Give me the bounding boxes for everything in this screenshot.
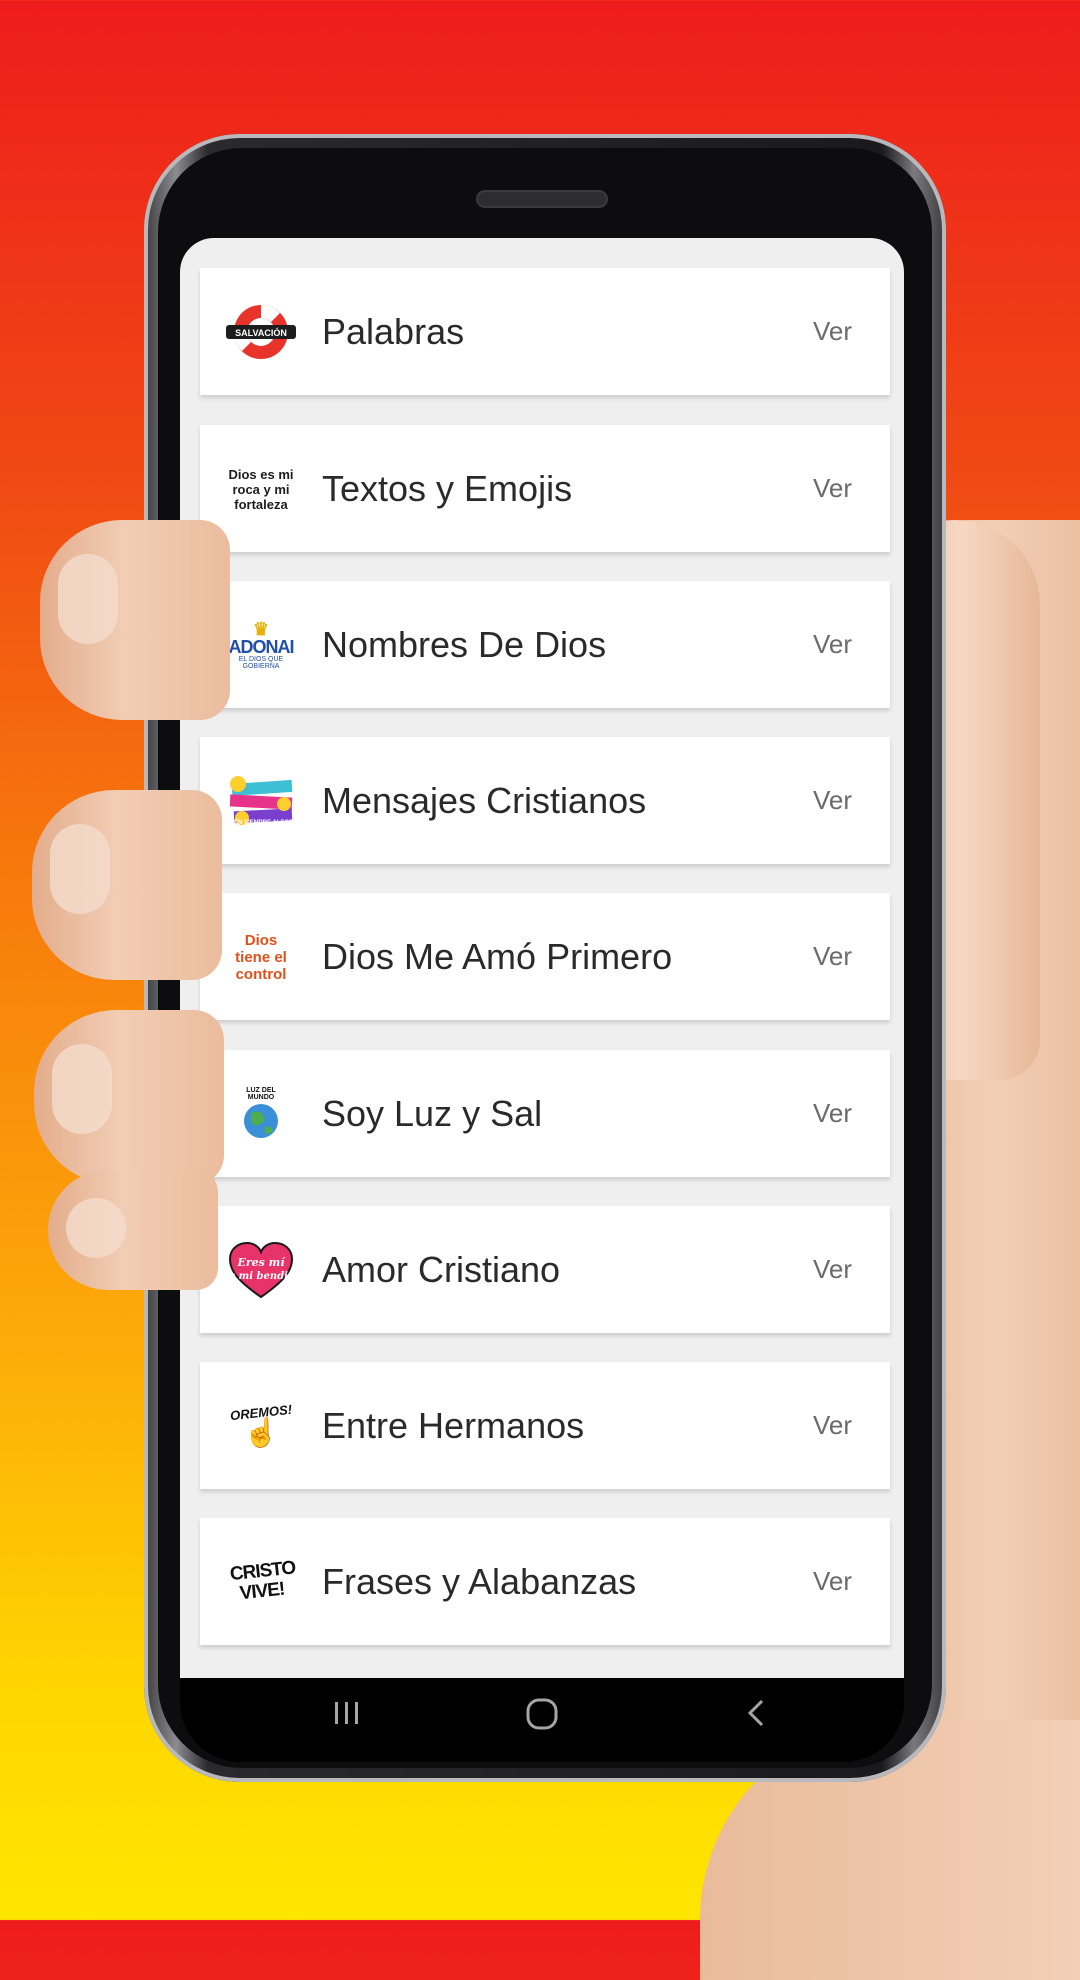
finger-middle	[32, 790, 222, 980]
app-screen: SALVACIÓN Palabras Ver Dios es mi roca y…	[180, 238, 904, 1678]
list-item-mensajes-cristianos[interactable]: ESTÉN SIEMPRE ALEGRES Mensajes Cristiano…	[200, 737, 890, 864]
ver-link[interactable]: Ver	[813, 893, 852, 1020]
globe-icon: LUZ DEL MUNDO	[226, 1083, 296, 1145]
thumb-text: Dios tiene el control	[235, 931, 287, 983]
item-title: Dios Me Amó Primero	[322, 936, 673, 977]
thumb-text: SALVACIÓN	[235, 327, 287, 338]
finger-little	[48, 1170, 218, 1290]
thumb-subtext: EL DIOS QUE GOBIERNA	[238, 656, 284, 670]
thumb-text: ADONAI	[228, 637, 295, 657]
thumb-text: OREMOS!	[229, 1401, 293, 1423]
item-title: Mensajes Cristianos	[322, 780, 647, 821]
list-item-textos-y-emojis[interactable]: Dios es mi roca y mi fortaleza Textos y …	[200, 425, 890, 552]
thumb-text: Dios es mi roca y mi fortaleza	[228, 466, 294, 512]
item-title: Nombres De Dios	[322, 624, 607, 665]
text-sticker-icon: CRISTO VIVE!	[226, 1551, 296, 1613]
item-title: Frases y Alabanzas	[322, 1561, 637, 1602]
thumb-text: CRISTO VIVE!	[228, 1557, 296, 1605]
list-item-entre-hermanos[interactable]: OREMOS! ☝ Entre Hermanos Ver	[200, 1362, 890, 1489]
item-title: Amor Cristiano	[322, 1249, 561, 1290]
phone-speaker	[478, 192, 606, 206]
life-ring-icon: SALVACIÓN	[226, 301, 296, 363]
ver-link[interactable]: Ver	[813, 268, 852, 395]
gamepad-icon: Dios tiene el control	[226, 926, 296, 988]
ver-link[interactable]: Ver	[813, 1206, 852, 1333]
crown-icon: ♛ ADONAI EL DIOS QUE GOBIERNA	[228, 619, 295, 670]
system-navigation-bar	[180, 1678, 904, 1762]
finger-index	[40, 520, 230, 720]
item-title: Palabras	[322, 311, 465, 352]
finger-ring	[34, 1010, 224, 1185]
home-icon[interactable]	[524, 1696, 560, 1737]
text-sticker-icon: Dios es mi roca y mi fortaleza	[226, 458, 296, 520]
list-item-palabras[interactable]: SALVACIÓN Palabras Ver	[200, 268, 890, 395]
heart-icon: Eres mí Eres mi bendición	[226, 1239, 296, 1301]
list-item-frases-y-alabanzas[interactable]: CRISTO VIVE! Frases y Alabanzas Ver	[200, 1518, 890, 1645]
list-item-nombres-de-dios[interactable]: ♛ ADONAI EL DIOS QUE GOBIERNA Nombres De…	[200, 581, 890, 708]
praying-hands-icon: OREMOS! ☝	[229, 1401, 293, 1448]
thumb-text: LUZ DEL MUNDO	[246, 1087, 276, 1101]
thumb-text: Eres mi bendición	[226, 1271, 296, 1282]
thumb-text: ESTÉN SIEMPRE ALEGRES	[226, 818, 296, 826]
svg-text:Eres mí: Eres mí	[236, 1256, 286, 1269]
recents-icon[interactable]	[330, 1696, 364, 1735]
back-icon[interactable]	[740, 1696, 774, 1735]
ver-link[interactable]: Ver	[813, 1518, 852, 1645]
item-title: Entre Hermanos	[322, 1405, 585, 1446]
item-title: Textos y Emojis	[322, 468, 573, 509]
ver-link[interactable]: Ver	[813, 737, 852, 864]
ver-link[interactable]: Ver	[813, 425, 852, 552]
ver-link[interactable]: Ver	[813, 581, 852, 708]
emoji-sticker-icon: ESTÉN SIEMPRE ALEGRES	[226, 770, 296, 832]
list-item-amor-cristiano[interactable]: Eres mí Eres mi bendición Amor Cristiano…	[200, 1206, 890, 1333]
list-item-dios-me-amo-primero[interactable]: Dios tiene el control Dios Me Amó Primer…	[200, 893, 890, 1020]
item-title: Soy Luz y Sal	[322, 1093, 543, 1134]
ver-link[interactable]: Ver	[813, 1362, 852, 1489]
list-item-soy-luz-y-sal[interactable]: LUZ DEL MUNDO Soy Luz y Sal Ver	[200, 1050, 890, 1177]
ver-link[interactable]: Ver	[813, 1050, 852, 1177]
